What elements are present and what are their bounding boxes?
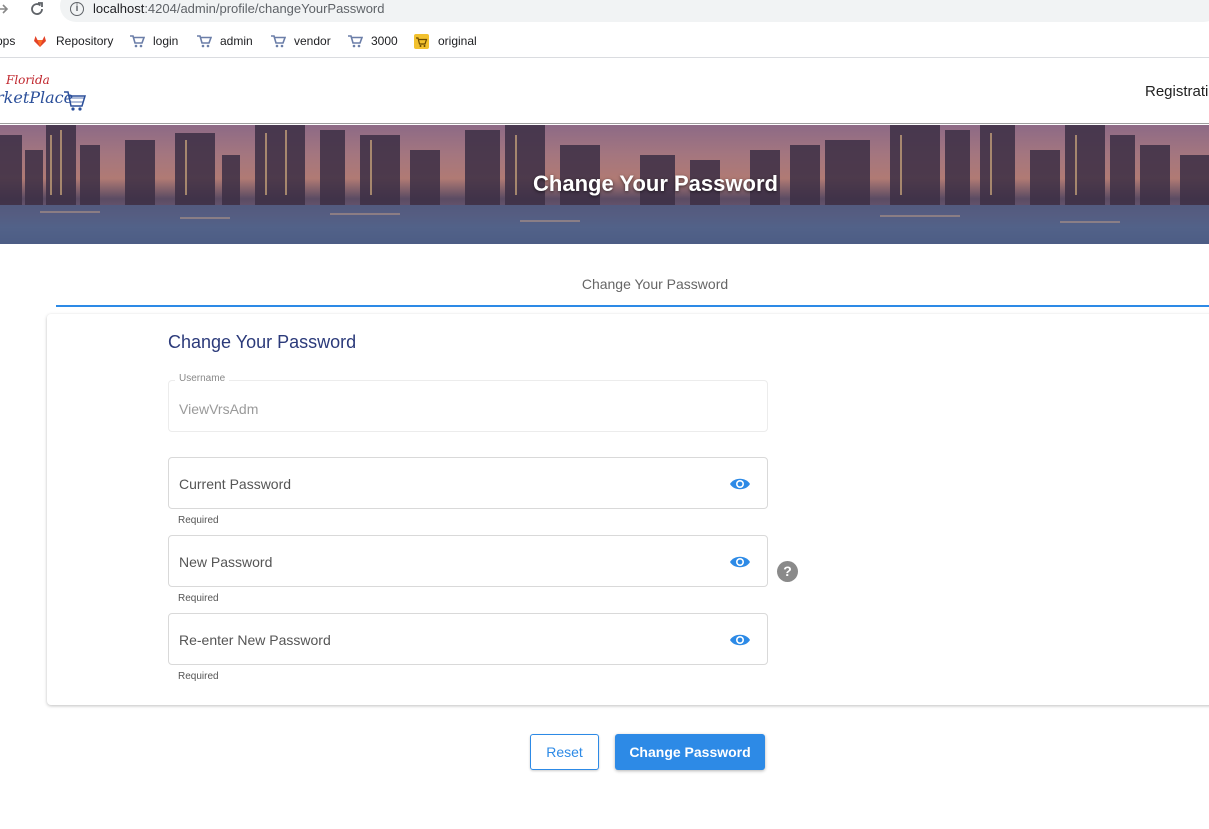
cart-icon [348,35,363,48]
reload-icon[interactable] [28,0,46,18]
bookmark-label: 3000 [371,34,398,48]
new-password-placeholder: New Password [179,554,273,570]
url-path: :4204/admin/profile/changeYourPassword [144,1,385,16]
current-password-placeholder: Current Password [179,476,292,492]
new-password-field[interactable]: New Password [168,535,768,587]
forward-arrow-icon[interactable] [0,1,10,17]
yellow-cart-icon [414,34,429,49]
cart-icon [197,35,212,48]
bookmark-label: vendor [294,34,331,48]
site-logo[interactable]: Florida rketPlace [0,70,90,120]
confirm-password-hint: Required [178,671,219,682]
site-info-icon[interactable]: i [70,2,84,16]
current-password-field[interactable]: Current Password [168,457,768,509]
confirm-password-field[interactable]: Re-enter New Password [168,613,768,665]
cart-icon [130,35,145,48]
banner-title: Change Your Password [533,171,778,196]
url-text[interactable]: localhost:4204/admin/profile/changeYourP… [93,1,385,16]
username-field: Username ViewVrsAdm [168,373,768,432]
bookmarks-bar: pps Repository login admin vendor 3000 o… [0,28,1209,58]
bookmark-label: Repository [56,34,114,48]
reset-button[interactable]: Reset [530,734,599,770]
gitlab-icon [34,36,46,47]
eye-icon[interactable] [729,554,751,570]
change-password-button[interactable]: Change Password [615,734,765,770]
logo-text-bottom: rketPlace [0,88,73,107]
password-help-icon[interactable]: ? [777,561,798,582]
username-label: Username [175,373,230,384]
site-header: Florida rketPlace Registratic [0,60,1209,124]
bookmark-label: admin [220,34,253,48]
current-password-hint: Required [178,515,219,526]
eye-icon[interactable] [729,632,751,648]
cart-icon [271,35,286,48]
bookmark-label: original [438,34,477,48]
bookmark-label: login [153,34,179,48]
bookmark-label: pps [0,34,16,48]
confirm-password-placeholder: Re-enter New Password [179,632,331,648]
new-password-hint: Required [178,593,219,604]
eye-icon[interactable] [729,476,751,492]
page-banner: Change Your Password [0,125,1209,244]
form-title: Change Your Password [168,332,357,352]
url-host: localhost [93,1,145,16]
tab-change-your-password[interactable]: Change Your Password [560,276,750,292]
nav-registration-link[interactable]: Registratic [1145,83,1209,100]
browser-address-bar: i localhost:4204/admin/profile/changeYou… [0,0,1209,22]
logo-text-top: Florida [5,73,50,87]
tab-active-indicator [56,305,1209,307]
username-value: ViewVrsAdm [179,401,259,417]
